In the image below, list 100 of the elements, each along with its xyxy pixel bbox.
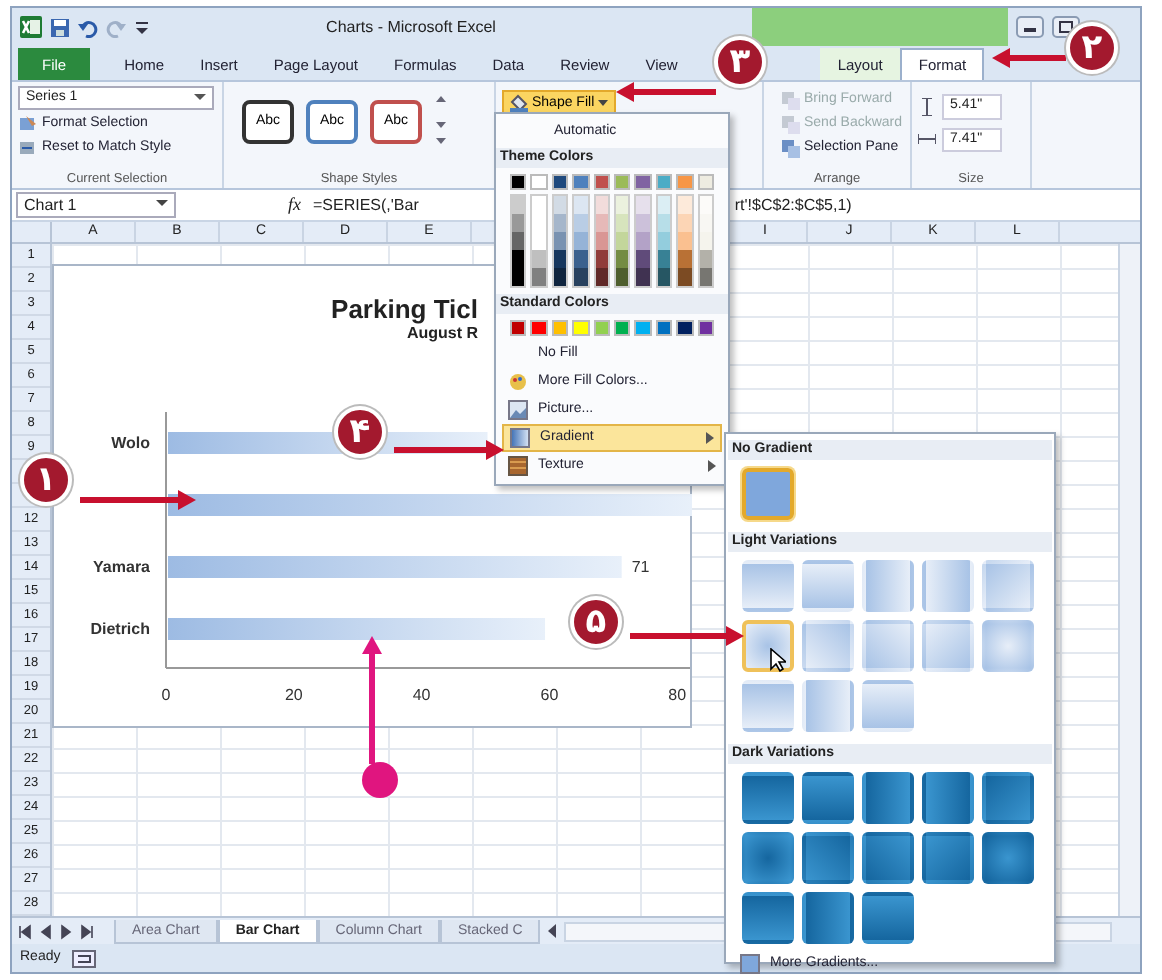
gradient-swatch[interactable] xyxy=(982,620,1034,672)
gradient-swatch[interactable] xyxy=(802,620,854,672)
gradient-swatch[interactable] xyxy=(982,832,1034,884)
window-title: Charts - Microsoft Excel xyxy=(324,15,498,39)
chart-title: Parking Ticl xyxy=(329,294,478,324)
color-swatch[interactable] xyxy=(655,174,673,190)
undo-icon[interactable] xyxy=(78,17,98,37)
color-swatch[interactable] xyxy=(572,174,590,190)
customize-toolbar-icon[interactable] xyxy=(134,17,150,37)
color-swatch[interactable] xyxy=(697,174,715,190)
gradient-swatch[interactable] xyxy=(862,560,914,612)
color-shade-column[interactable] xyxy=(655,194,673,288)
gradient-swatch[interactable] xyxy=(922,560,974,612)
gradient-swatch[interactable] xyxy=(862,680,914,732)
color-shade-column[interactable] xyxy=(614,194,631,288)
next-sheet-icon[interactable] xyxy=(58,923,74,939)
save-icon[interactable] xyxy=(50,17,70,37)
gradient-swatch[interactable] xyxy=(802,892,854,944)
gradient-swatch[interactable] xyxy=(922,832,974,884)
width-icon xyxy=(918,130,936,149)
callout-arrow xyxy=(394,440,504,460)
name-box[interactable]: Chart 1 xyxy=(16,192,176,218)
gradient-swatch[interactable] xyxy=(922,620,974,672)
tab-scroll-icon[interactable] xyxy=(544,922,561,940)
gradient-swatch[interactable] xyxy=(862,892,914,944)
gradient-swatch[interactable] xyxy=(982,560,1034,612)
color-shade-column[interactable] xyxy=(572,194,590,288)
gradient-swatch[interactable] xyxy=(862,620,914,672)
previous-sheet-icon[interactable] xyxy=(38,923,54,939)
color-shade-column[interactable] xyxy=(634,194,652,288)
gradient-swatch[interactable] xyxy=(742,892,794,944)
gradient-swatch[interactable] xyxy=(742,680,794,732)
category-label: Yamara xyxy=(93,558,150,576)
color-swatch[interactable] xyxy=(676,320,694,336)
gradient-icon xyxy=(740,954,760,974)
minimize-icon[interactable] xyxy=(1016,16,1044,38)
excel-icon[interactable] xyxy=(20,16,42,38)
gradient-swatch[interactable] xyxy=(742,560,794,612)
color-shade-column[interactable] xyxy=(551,194,569,288)
callout-arrow xyxy=(616,82,716,102)
color-swatch[interactable] xyxy=(697,320,715,336)
callout-arrow xyxy=(80,490,196,510)
caret-icon xyxy=(598,98,609,108)
gradient-swatch[interactable] xyxy=(802,832,854,884)
palette-icon xyxy=(508,372,528,392)
color-swatch[interactable] xyxy=(634,174,652,190)
redo-icon[interactable] xyxy=(106,17,126,37)
format-icon xyxy=(18,114,38,134)
color-swatch[interactable] xyxy=(572,320,590,336)
color-swatch[interactable] xyxy=(634,320,652,336)
gradient-swatch[interactable] xyxy=(982,772,1034,824)
color-swatch[interactable] xyxy=(530,174,548,190)
texture-icon xyxy=(508,456,528,476)
color-swatch[interactable] xyxy=(510,174,527,190)
color-swatch[interactable] xyxy=(614,320,631,336)
color-shade-column[interactable] xyxy=(676,194,694,288)
gradient-swatch[interactable] xyxy=(862,772,914,824)
tick-label: 40 xyxy=(412,686,431,704)
last-sheet-icon[interactable] xyxy=(78,923,94,939)
color-swatch[interactable] xyxy=(655,320,673,336)
tick-label: 0 xyxy=(161,686,171,704)
macro-record-icon[interactable] xyxy=(72,949,97,967)
paint-bucket-icon xyxy=(510,94,528,112)
callout-arrow xyxy=(630,626,744,646)
color-swatch[interactable] xyxy=(593,174,611,190)
insert-function-button[interactable]: fx xyxy=(288,191,301,219)
gradient-swatch[interactable] xyxy=(742,772,794,824)
color-shade-column[interactable] xyxy=(510,194,527,288)
color-swatch[interactable] xyxy=(593,320,611,336)
color-swatch[interactable] xyxy=(551,320,569,336)
color-swatch[interactable] xyxy=(551,174,569,190)
height-icon xyxy=(918,97,936,116)
tick-label: 80 xyxy=(668,686,687,704)
formula-text: =SERIES(,'Bar xyxy=(313,193,419,217)
color-swatch[interactable] xyxy=(530,320,548,336)
color-shade-column[interactable] xyxy=(697,194,715,288)
callout-arrow xyxy=(992,48,1066,68)
gradient-swatch[interactable] xyxy=(742,468,794,520)
caret-icon xyxy=(194,88,206,104)
first-sheet-icon[interactable] xyxy=(18,923,34,939)
chart-subtitle: August R xyxy=(404,324,478,344)
gradient-swatch[interactable] xyxy=(802,560,854,612)
color-shade-column[interactable] xyxy=(530,194,548,288)
category-label: Wolo xyxy=(111,434,150,452)
color-swatch[interactable] xyxy=(676,174,694,190)
gradient-swatch[interactable] xyxy=(742,620,794,672)
gradient-swatch[interactable] xyxy=(922,772,974,824)
value-label: 71 xyxy=(631,558,650,576)
gradient-swatch[interactable] xyxy=(802,772,854,824)
vertical-scrollbar[interactable] xyxy=(1118,244,1140,916)
gradient-swatch[interactable] xyxy=(862,832,914,884)
gradient-swatch[interactable] xyxy=(802,680,854,732)
tick-label: 20 xyxy=(284,686,303,704)
gradient-icon xyxy=(510,428,530,448)
gradient-swatch[interactable] xyxy=(742,832,794,884)
color-swatch[interactable] xyxy=(510,320,527,336)
color-shade-column[interactable] xyxy=(593,194,611,288)
mouse-pointer-icon xyxy=(770,648,786,672)
formula-text: rt'!$C$2:$C$5,1) xyxy=(734,193,852,217)
color-swatch[interactable] xyxy=(614,174,631,190)
